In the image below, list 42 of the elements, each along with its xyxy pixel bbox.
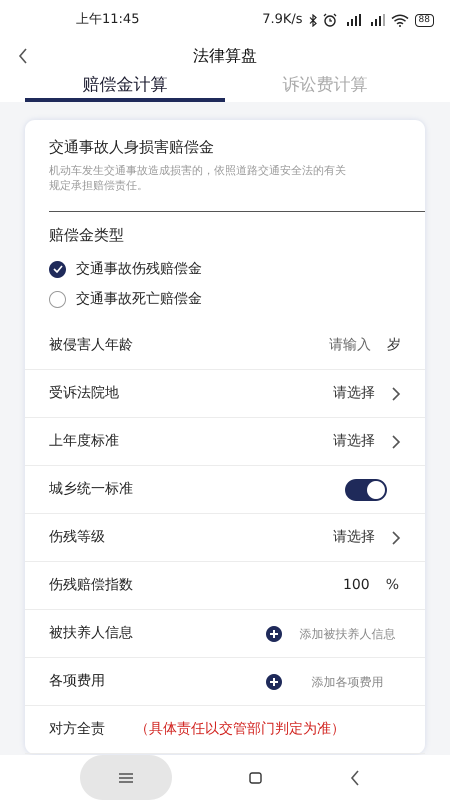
note-text: （具体责任以交管部门判定为准） [134,720,346,739]
chevron-right-icon [391,434,401,450]
field-label: 被侵害人年龄 [49,336,133,355]
unit-label: 岁 [387,336,401,355]
page-title: 法律算盘 [193,45,257,67]
bluetooth-icon [308,14,317,26]
add-button[interactable]: 添加各项费用 [266,672,401,690]
radio-option[interactable]: 交通事故死亡赔偿金 [49,284,202,314]
status-time: 上午11:45 [76,11,140,30]
tab[interactable]: 赔偿金计算 [25,72,225,102]
toggle-switch[interactable] [345,478,387,500]
field-label: 城乡统一标准 [49,480,133,499]
menu-icon [118,772,133,782]
network-speed: 7.9K/s [262,11,303,30]
add-button[interactable]: 添加被扶养人信息 [266,624,401,642]
field-label: 受诉法院地 [49,384,119,403]
unit-label: % [386,576,399,595]
battery-icon: 88 [414,14,434,26]
index-value: 100 [342,576,370,595]
radio-option[interactable]: 交通事故伤残赔偿金 [49,254,202,284]
card-description: 机动车发生交通事故造成损害的，依照道路交通安全法的有关规定承担赔偿责任。 [49,162,347,192]
alarm-icon [322,13,337,27]
field-label: 被扶养人信息 [49,624,133,643]
field-label: 伤残赔偿指数 [49,576,133,595]
age-input[interactable]: 请输入 [311,335,371,356]
back-icon [18,48,28,64]
card-title: 交通事故人身损害赔偿金 [49,137,215,158]
field-label: 对方全责 [49,720,105,739]
section-label: 赔偿金类型 [49,224,125,246]
select-button[interactable]: 请选择 [333,431,401,452]
chevron-right-icon [391,386,401,402]
field-label: 上年度标准 [49,432,119,451]
field-label: 各项费用 [49,672,105,691]
plus-circle-icon [266,674,282,690]
plus-circle-icon [266,626,282,642]
square-icon [249,772,262,784]
select-button[interactable]: 请选择 [333,383,401,404]
chevron-right-icon [391,530,401,546]
field-label: 伤残等级 [49,528,105,547]
select-button[interactable]: 请选择 [333,527,401,548]
back-icon [350,770,360,786]
wifi-icon [390,14,409,26]
